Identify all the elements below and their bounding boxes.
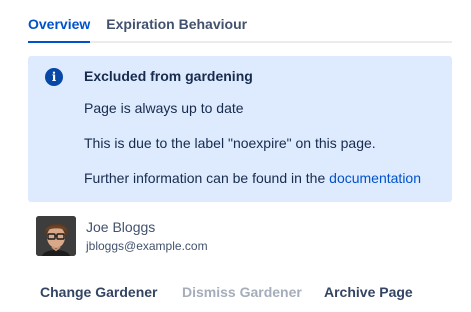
notice-title: Excluded from gardening <box>84 68 253 84</box>
documentation-link[interactable]: documentation <box>329 170 421 186</box>
info-message-panel: i Excluded from gardening Page is always… <box>28 56 452 202</box>
avatar <box>36 216 76 256</box>
archive-page-button[interactable]: Archive Page <box>324 284 413 300</box>
page-gardening-panel: Overview Expiration Behaviour i Excluded… <box>0 0 471 312</box>
notice-line-reason: This is due to the label "noexpire" on t… <box>84 135 376 151</box>
user-email: jbloggs@example.com <box>86 239 208 253</box>
dismiss-gardener-button[interactable]: Dismiss Gardener <box>182 284 302 300</box>
tab-expiration-behaviour[interactable]: Expiration Behaviour <box>106 16 247 43</box>
change-gardener-button[interactable]: Change Gardener <box>40 284 157 300</box>
notice-line-further-info: Further information can be found in the … <box>84 170 421 186</box>
tab-bar: Overview Expiration Behaviour <box>28 0 452 43</box>
tab-overview[interactable]: Overview <box>28 16 91 43</box>
notice-line-status: Page is always up to date <box>84 100 244 116</box>
info-icon: i <box>45 68 63 86</box>
user-name: Joe Bloggs <box>86 219 156 235</box>
notice-line-prefix: Further information can be found in the <box>84 170 330 186</box>
